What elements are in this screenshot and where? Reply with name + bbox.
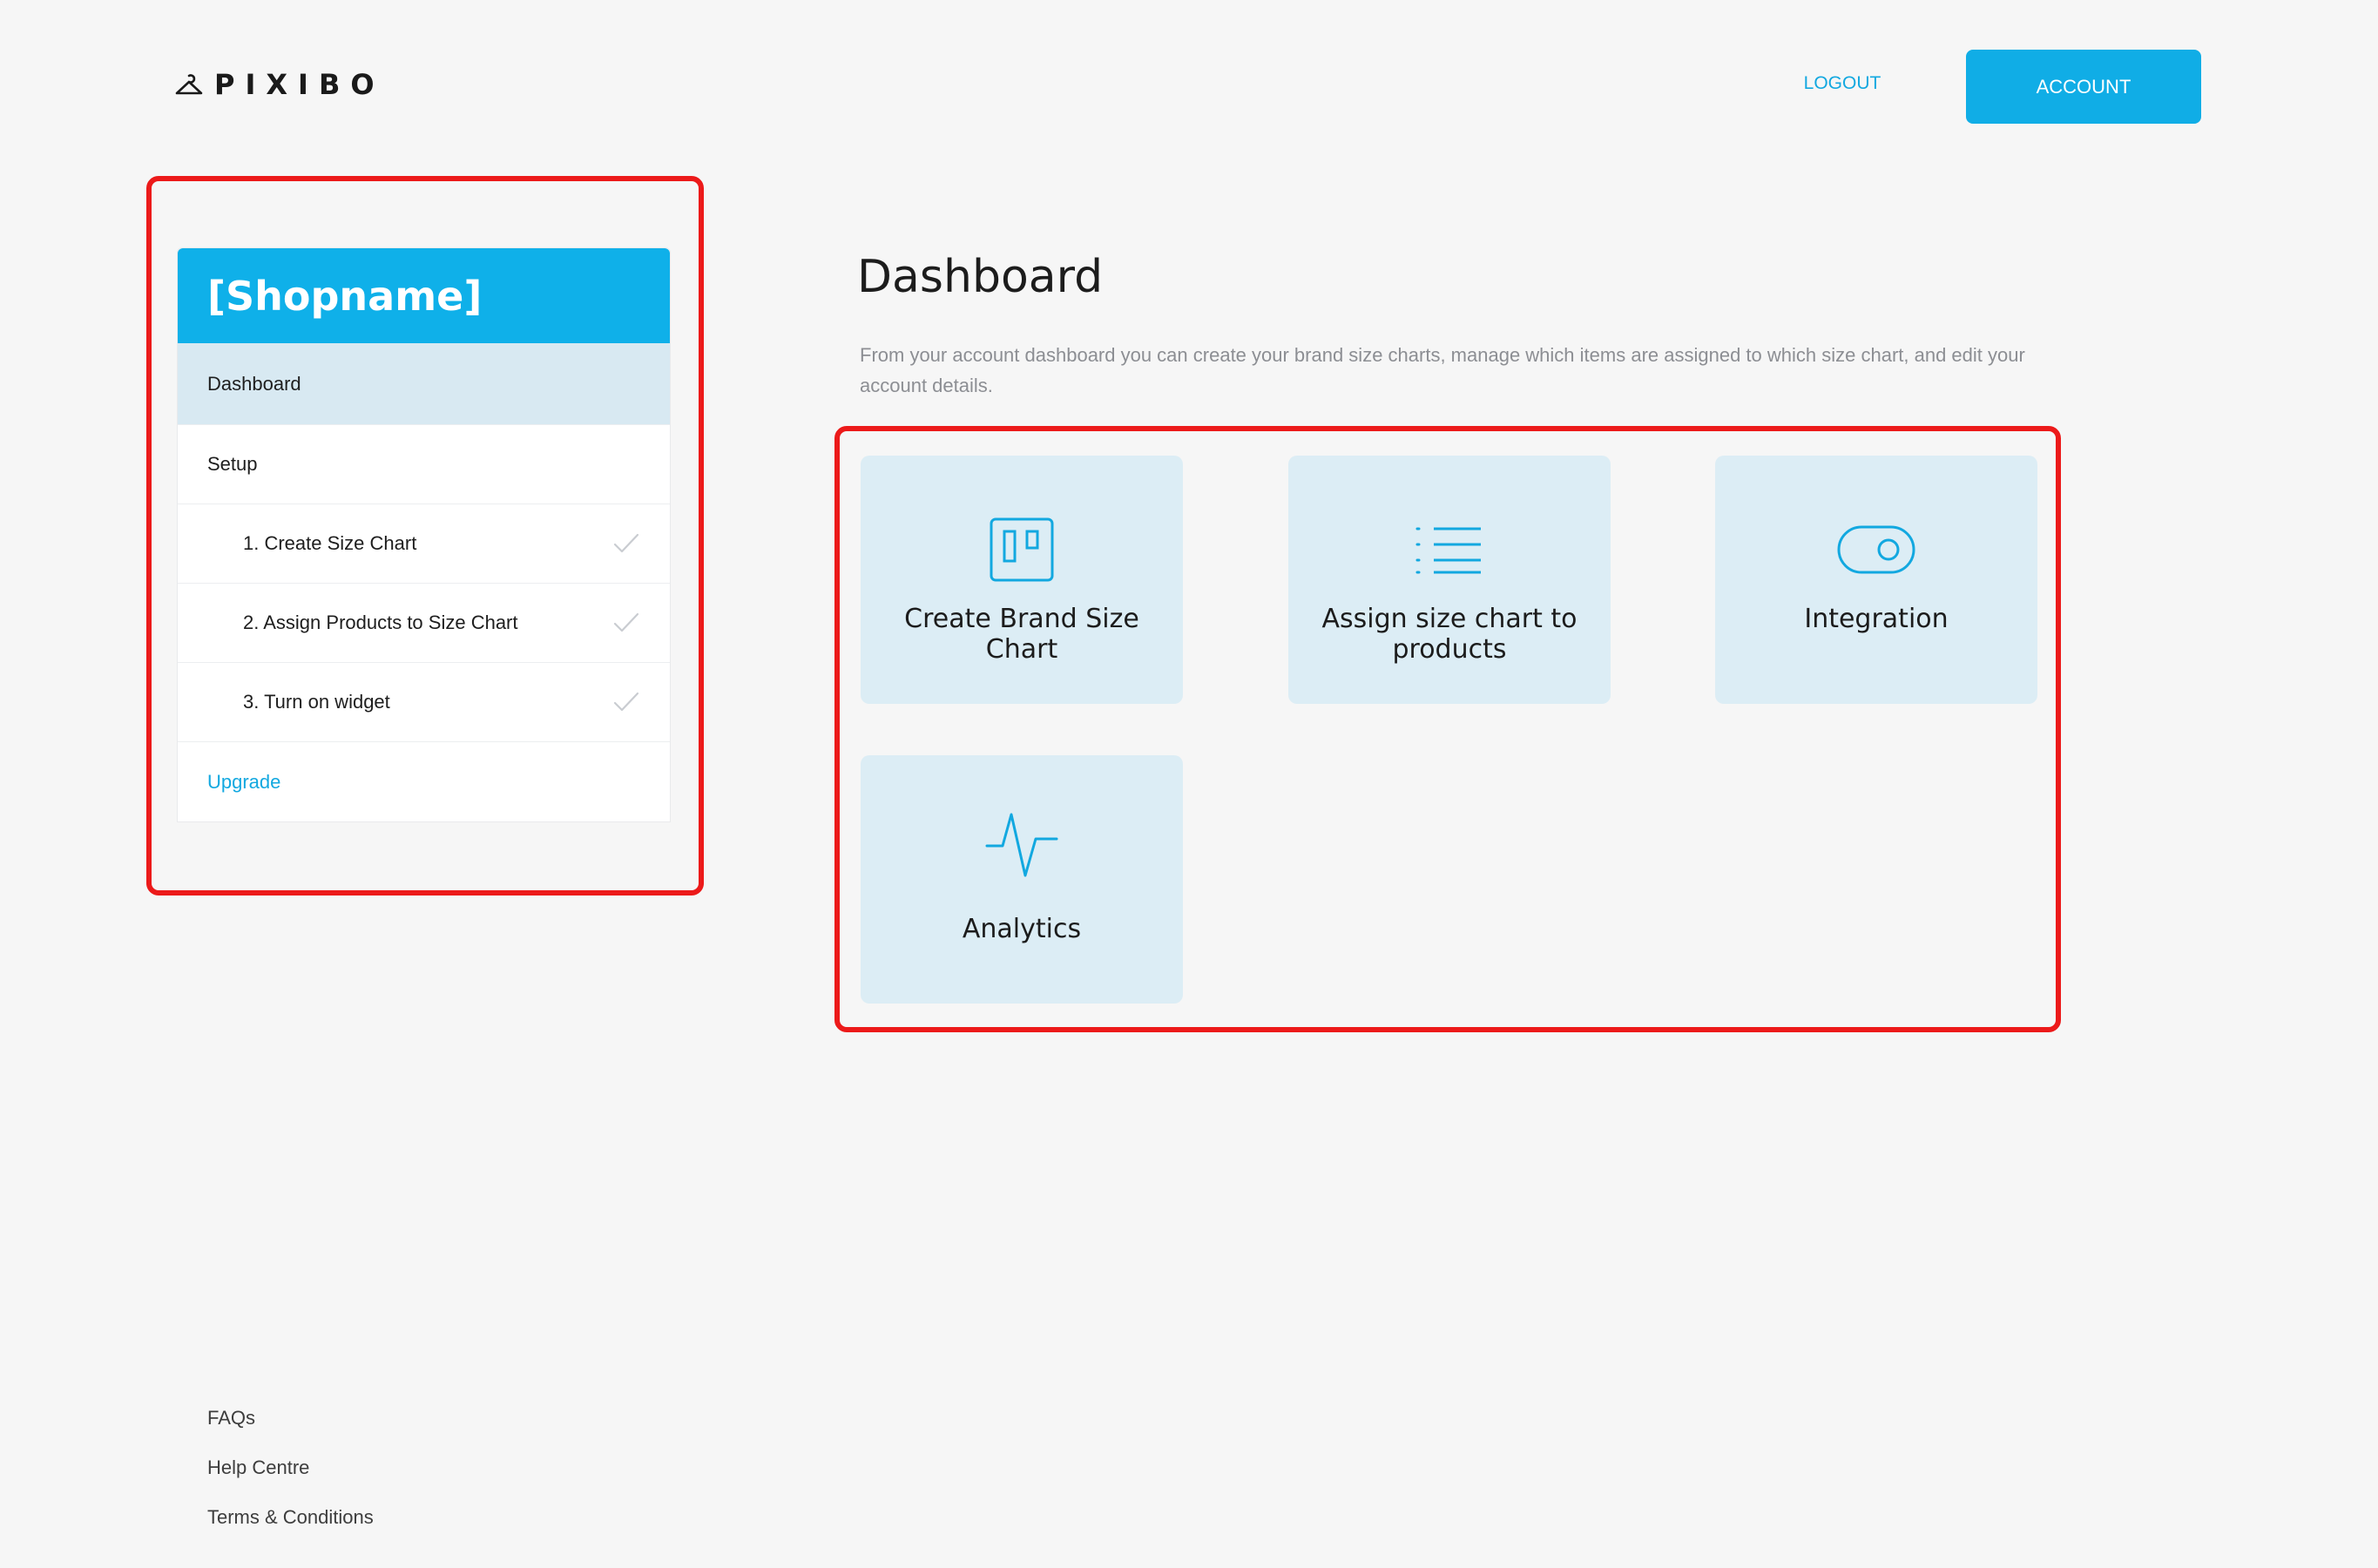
footer-links: FAQs Help Centre Terms & Conditions <box>207 1407 374 1556</box>
logout-link[interactable]: LOGOUT <box>1777 73 1908 94</box>
sidebar-item-assign-products[interactable]: 2. Assign Products to Size Chart <box>178 584 670 663</box>
pixibo-logo[interactable]: PIXIBO <box>174 68 385 101</box>
card-label: Integration <box>1804 604 1949 634</box>
sidebar-item-label: 1. Create Size Chart <box>243 532 417 554</box>
help-centre-link[interactable]: Help Centre <box>207 1456 374 1506</box>
assign-size-chart-card[interactable]: Assign size chart to products <box>1288 456 1611 704</box>
sidebar-item-turn-on-widget[interactable]: 3. Turn on widget <box>178 663 670 742</box>
card-label: Create Brand Size Chart <box>904 604 1139 665</box>
checkmark-icon <box>612 532 640 555</box>
sidebar-item-label: 2. Assign Products to Size Chart <box>243 612 518 633</box>
sidebar-item-dashboard[interactable]: Dashboard <box>178 343 670 425</box>
analytics-card[interactable]: Analytics <box>861 755 1183 1004</box>
sidebar-menu: [Shopname] Dashboard Setup 1. Create Siz… <box>177 247 671 822</box>
list-icon <box>1415 515 1484 585</box>
card-label: Analytics <box>962 914 1082 944</box>
page-title: Dashboard <box>857 251 1104 303</box>
sidebar-item-label: Upgrade <box>207 770 281 793</box>
toggle-icon <box>1836 515 1916 585</box>
shop-name-header: [Shopname] <box>178 248 670 343</box>
sidebar-item-upgrade[interactable]: Upgrade <box>178 742 670 821</box>
board-icon <box>989 515 1055 585</box>
sidebar-item-create-size-chart[interactable]: 1. Create Size Chart <box>178 504 670 584</box>
sidebar-item-label: Dashboard <box>207 372 301 395</box>
account-button[interactable]: ACCOUNT <box>1966 50 2201 124</box>
card-label: Assign size chart to products <box>1321 604 1577 665</box>
faqs-link[interactable]: FAQs <box>207 1407 374 1456</box>
hanger-icon <box>174 71 204 98</box>
terms-conditions-link[interactable]: Terms & Conditions <box>207 1506 374 1556</box>
logo-text: PIXIBO <box>214 68 385 101</box>
create-brand-size-chart-card[interactable]: Create Brand Size Chart <box>861 456 1183 704</box>
sidebar-item-label: Setup <box>207 453 258 475</box>
page-description: From your account dashboard you can crea… <box>860 344 2025 396</box>
sidebar-item-setup[interactable]: Setup <box>178 425 670 504</box>
pulse-icon <box>985 809 1058 879</box>
integration-card[interactable]: Integration <box>1715 456 2037 704</box>
checkmark-icon <box>612 691 640 713</box>
sidebar-item-label: 3. Turn on widget <box>243 691 390 713</box>
checkmark-icon <box>612 612 640 634</box>
